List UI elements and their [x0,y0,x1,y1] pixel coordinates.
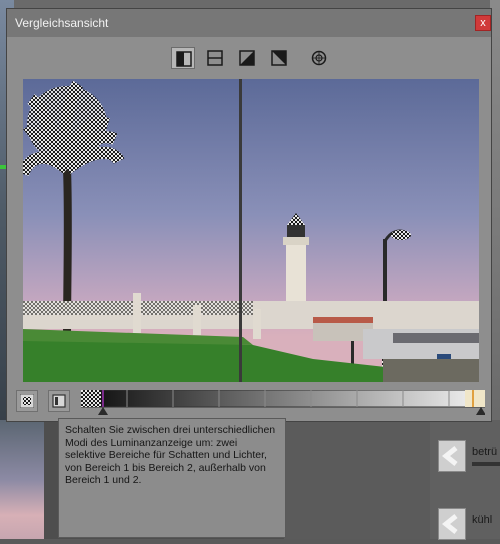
chevron-left-button[interactable] [438,440,466,472]
right-panel-label: betrü [472,446,498,458]
split-horizontal-button[interactable] [203,47,227,69]
split-vertical-icon [176,51,192,67]
split-diagonal-right-button[interactable] [267,47,291,69]
right-range-handle[interactable] [476,407,486,415]
focus-target-icon [311,50,327,66]
luminance-range-slider[interactable] [80,389,486,415]
split-vertical-button[interactable] [171,47,195,69]
dialog-titlebar[interactable]: Vergleichsansicht x [7,9,491,37]
left-range-handle[interactable] [98,407,108,415]
close-button[interactable]: x [475,15,491,31]
compare-view-dialog: Vergleichsansicht x [6,8,492,422]
luminance-gradient [80,389,486,415]
chevron-left-button[interactable] [438,508,466,540]
dialog-title: Vergleichsansicht [15,16,109,30]
luminance-overlay-icon [20,394,34,408]
chevron-left-icon [442,514,458,534]
comparison-photo [23,79,479,382]
right-panel-item[interactable]: betrü [438,440,500,476]
right-panel: betrü kühl [430,420,500,540]
tooltip: Schalten Sie zwischen drei unterschiedli… [58,418,286,538]
split-diagonal-left-icon [239,50,255,66]
luminance-mode-button[interactable] [48,390,70,412]
split-horizontal-icon [207,50,223,66]
comparison-viewer[interactable] [23,79,479,382]
right-panel-label: kühl [472,514,493,526]
split-diagonal-right-icon [271,50,287,66]
luminance-mode-icon [52,394,66,408]
right-panel-slider[interactable] [472,462,500,466]
split-diagonal-left-button[interactable] [235,47,259,69]
luminance-overlay-button[interactable] [16,390,38,412]
chevron-left-icon [442,446,458,466]
focus-target-button[interactable] [307,47,331,69]
background-thumbnail [0,420,44,539]
split-divider[interactable] [239,79,242,382]
